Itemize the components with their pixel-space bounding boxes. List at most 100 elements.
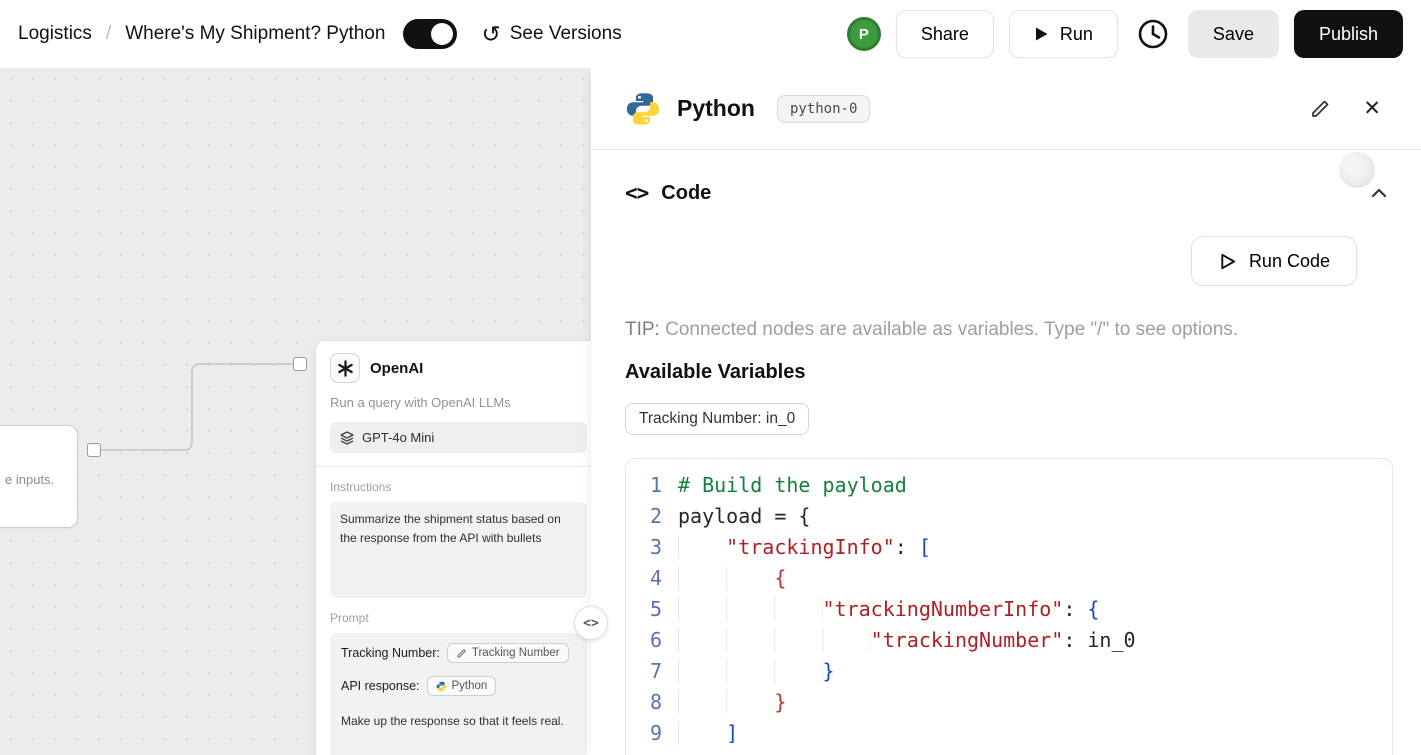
tip-text: TIP: Connected nodes are available as va… bbox=[625, 318, 1393, 341]
clock-icon bbox=[1138, 19, 1168, 49]
api-field-label: API response: bbox=[341, 679, 420, 693]
app-window: Logistics / Where's My Shipment? Python … bbox=[0, 0, 1421, 755]
code-line-text: { bbox=[678, 563, 786, 594]
play-icon bbox=[1035, 27, 1048, 41]
run-code-button[interactable]: Run Code bbox=[1190, 236, 1357, 286]
code-section-title: Code bbox=[661, 181, 712, 204]
tracking-variable-chip[interactable]: Tracking Number bbox=[446, 643, 569, 663]
code-line: 8 } bbox=[636, 687, 1392, 718]
tip-body: Connected nodes are available as variabl… bbox=[665, 319, 1239, 340]
code-line-text: "trackingInfo": [ bbox=[678, 532, 931, 563]
openai-node-subtitle: Run a query with OpenAI LLMs bbox=[330, 395, 511, 410]
share-button[interactable]: Share bbox=[895, 10, 994, 58]
prompt-note: Make up the response so that it feels re… bbox=[341, 714, 564, 728]
line-number: 8 bbox=[649, 690, 662, 714]
breadcrumb-separator: / bbox=[105, 23, 112, 44]
code-lines: 1 # Build the payload 2 payload = {3 "track… bbox=[636, 470, 1392, 749]
scrollbar-thumb[interactable] bbox=[1339, 152, 1375, 188]
topbar-actions: P Share Run Save Publish bbox=[846, 10, 1403, 58]
tracking-chip-label: Tracking Number bbox=[471, 647, 560, 659]
openai-node-header: OpenAI bbox=[330, 353, 587, 383]
code-editor[interactable]: 1 # Build the payload 2 payload = {3 "track… bbox=[625, 458, 1393, 755]
inputs-node-output-port[interactable] bbox=[87, 443, 101, 457]
code-line: 7 } bbox=[636, 656, 1392, 687]
play-outline-icon bbox=[1221, 253, 1236, 269]
share-label: Share bbox=[920, 23, 969, 44]
workflow-enabled-toggle[interactable] bbox=[403, 19, 458, 49]
tip-label: TIP: bbox=[625, 319, 660, 340]
panel-header-icons: ✕ bbox=[1309, 98, 1381, 120]
top-bar: Logistics / Where's My Shipment? Python … bbox=[0, 0, 1421, 68]
code-line: 3 "trackingInfo": [ bbox=[636, 532, 1392, 563]
see-versions-label: See Versions bbox=[509, 23, 622, 44]
run-code-label: Run Code bbox=[1248, 250, 1330, 271]
line-number: 9 bbox=[649, 721, 662, 745]
code-line-text: "trackingNumberInfo": { bbox=[678, 594, 1099, 625]
code-line-text: ] bbox=[678, 718, 738, 749]
code-line: 5 "trackingNumberInfo": { bbox=[636, 594, 1392, 625]
python-variable-chip[interactable]: Python bbox=[426, 676, 497, 696]
openai-knot-icon bbox=[337, 359, 353, 377]
breadcrumb[interactable]: Logistics bbox=[18, 23, 92, 45]
openai-logo bbox=[330, 353, 360, 383]
pencil-icon bbox=[457, 648, 466, 657]
run-code-row: Run Code bbox=[625, 236, 1393, 286]
close-icon[interactable]: ✕ bbox=[1363, 98, 1381, 119]
code-line-text: # Build the payload bbox=[678, 473, 907, 497]
panel-resize-handle[interactable]: <> bbox=[574, 606, 608, 640]
code-line-text: } bbox=[678, 656, 835, 687]
instructions-textarea[interactable]: Summarize the shipment status based on t… bbox=[330, 502, 587, 598]
code-line: 4 { bbox=[636, 563, 1392, 594]
python-mini-icon bbox=[436, 681, 446, 691]
inputs-node-text: e inputs. bbox=[5, 472, 55, 487]
code-line: 6 "trackingNumber": in_0 bbox=[636, 625, 1392, 656]
page-title[interactable]: Where's My Shipment? Python bbox=[125, 23, 385, 45]
code-line-text: payload = { bbox=[678, 504, 811, 528]
instructions-label: Instructions bbox=[330, 480, 392, 494]
panel-title: Python bbox=[677, 95, 755, 121]
code-line-text: "trackingNumber": in_0 bbox=[678, 625, 1136, 656]
code-section-header: <> Code bbox=[625, 178, 1393, 208]
python-logo bbox=[626, 92, 660, 125]
history-icon: ↺ bbox=[481, 20, 501, 47]
publish-label: Publish bbox=[1318, 23, 1378, 44]
openai-node-title: OpenAI bbox=[370, 359, 424, 377]
line-number: 4 bbox=[649, 566, 662, 590]
line-number: 3 bbox=[649, 535, 662, 559]
openai-node-input-port[interactable] bbox=[293, 357, 307, 371]
openai-node[interactable]: OpenAI Run a query with OpenAI LLMs GPT-… bbox=[315, 340, 591, 755]
tracking-field-label: Tracking Number: bbox=[341, 646, 440, 660]
variable-chip-tracking-number[interactable]: Tracking Number: in_0 bbox=[625, 403, 810, 435]
prompt-row-api: API response: Python bbox=[341, 676, 576, 696]
save-label: Save bbox=[1212, 23, 1254, 44]
prompt-label: Prompt bbox=[330, 611, 369, 625]
line-number: 1 bbox=[649, 473, 662, 497]
code-line-text: } bbox=[678, 687, 786, 718]
run-label: Run bbox=[1059, 23, 1093, 44]
code-line: 2 payload = { bbox=[636, 501, 1392, 532]
node-id-badge: python-0 bbox=[776, 94, 871, 123]
panel-header: Python python-0 ✕ bbox=[591, 68, 1421, 150]
line-number: 6 bbox=[649, 628, 662, 652]
code-line: 9 ] bbox=[636, 718, 1392, 749]
avatar[interactable]: P bbox=[846, 17, 881, 51]
run-button[interactable]: Run bbox=[1008, 10, 1118, 58]
publish-button[interactable]: Publish bbox=[1293, 10, 1403, 58]
code-line: 1 # Build the payload bbox=[636, 470, 1392, 501]
panel-body: <> Code Run Code TIP: Connected nodes ar… bbox=[591, 150, 1421, 755]
collapse-chevron-icon[interactable] bbox=[1369, 183, 1389, 203]
workflow-canvas[interactable]: e inputs. OpenAI Run a query with OpenAI… bbox=[0, 68, 591, 755]
available-variables-heading: Available Variables bbox=[625, 361, 806, 383]
python-node-panel: Python python-0 ✕ <> Code Run Code TIP: … bbox=[591, 68, 1421, 755]
model-name: GPT-4o Mini bbox=[362, 430, 435, 445]
layers-icon bbox=[340, 430, 354, 445]
inputs-node[interactable]: e inputs. bbox=[0, 425, 78, 528]
see-versions-button[interactable]: ↺ See Versions bbox=[481, 20, 622, 47]
line-number: 7 bbox=[649, 659, 662, 683]
prompt-editor[interactable]: Tracking Number: Tracking Number API res… bbox=[330, 633, 587, 755]
prompt-row-tracking: Tracking Number: Tracking Number bbox=[341, 643, 576, 663]
save-button[interactable]: Save bbox=[1187, 10, 1279, 58]
schedule-button[interactable] bbox=[1133, 14, 1173, 54]
model-selector[interactable]: GPT-4o Mini bbox=[330, 422, 587, 453]
edit-icon[interactable] bbox=[1309, 98, 1331, 120]
